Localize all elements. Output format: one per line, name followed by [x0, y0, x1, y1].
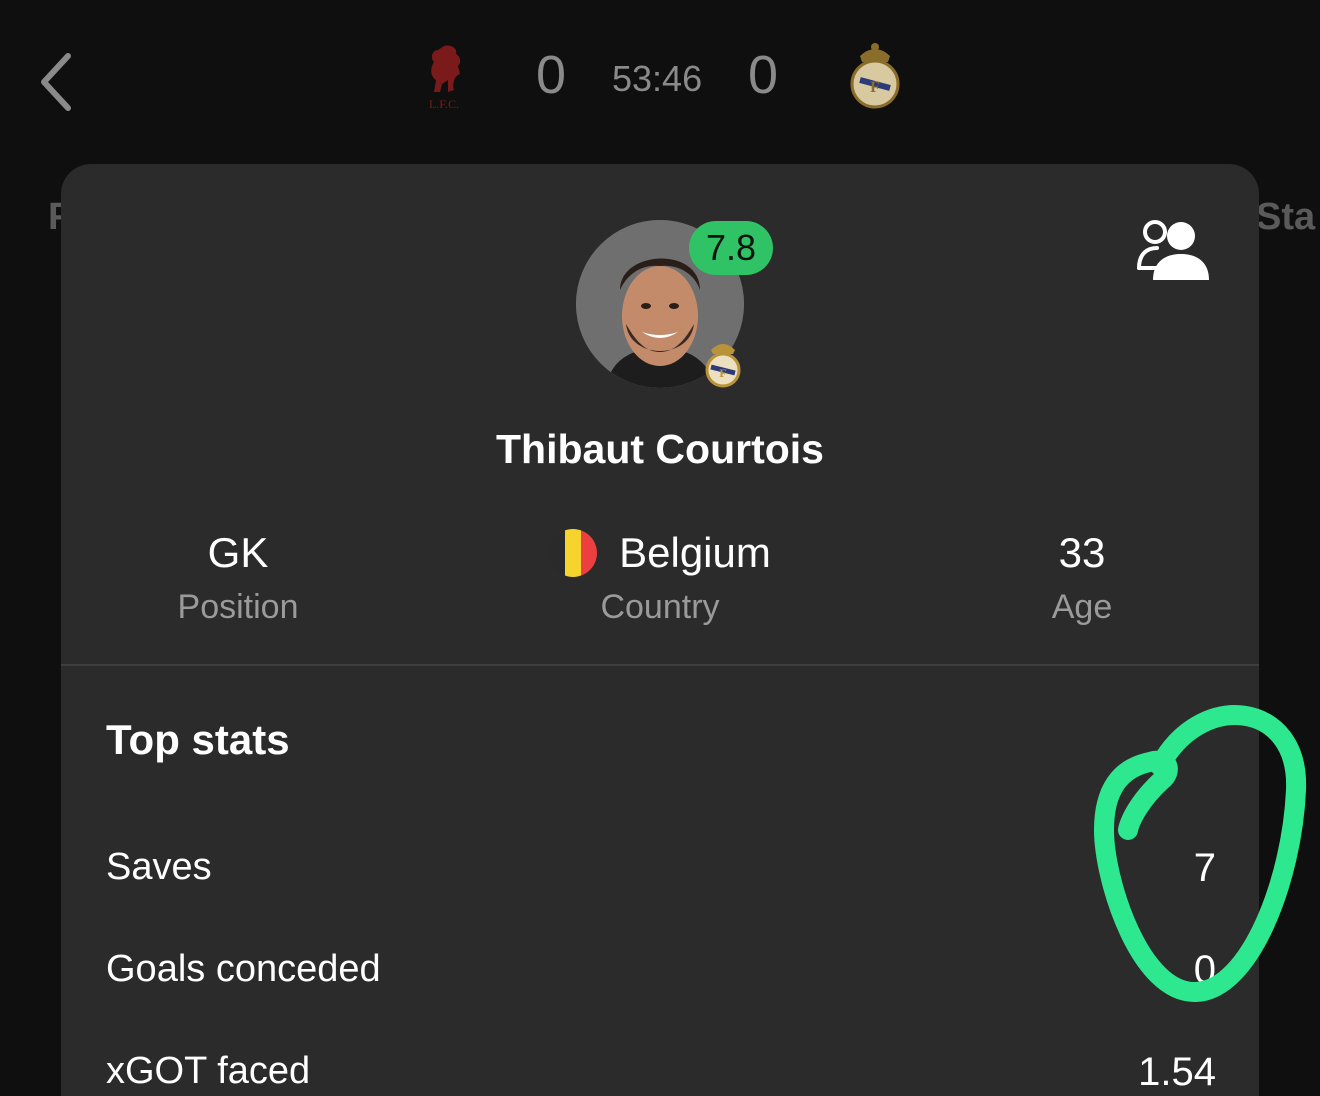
player-card: 7.8 F Thibaut Courtois GK Position Belgi… — [61, 164, 1259, 1096]
back-button[interactable] — [34, 48, 84, 116]
age-label: Age — [1051, 588, 1113, 626]
player-name: Thibaut Courtois — [496, 426, 824, 472]
player-team-crest-icon: F — [701, 338, 745, 388]
home-score: 0 — [536, 45, 567, 105]
home-team-crest-icon[interactable]: L.F.C. — [414, 40, 474, 112]
position-info: GK Position — [88, 528, 388, 627]
stat-label: Goals conceded — [106, 948, 381, 990]
stat-value: 7 — [1193, 846, 1216, 890]
stat-value: 0 — [1193, 948, 1216, 992]
stat-label: Saves — [106, 846, 212, 888]
svg-text:F: F — [870, 79, 880, 96]
match-screen: L.F.C. 0 53:46 0 F F Sta 7.8 F Thibaut C… — [0, 0, 1320, 1096]
position-value: GK — [207, 529, 269, 576]
age-value: 33 — [1058, 529, 1106, 576]
background-tab-left: F — [48, 196, 62, 238]
away-team-crest-icon[interactable]: F — [848, 40, 902, 110]
svg-text:F: F — [719, 366, 726, 380]
top-stats-title: Top stats — [106, 716, 290, 763]
stat-row-goals-conceded: Goals conceded 0 — [106, 948, 1216, 1008]
age-info: 33 Age — [932, 528, 1232, 627]
divider — [61, 664, 1259, 666]
position-label: Position — [177, 588, 299, 626]
stat-label: xGOT faced — [106, 1050, 311, 1092]
background-tab-right: Sta — [1256, 196, 1316, 238]
svg-text:L.F.C.: L.F.C. — [429, 97, 459, 111]
compare-players-icon — [1137, 220, 1209, 280]
compare-players-button[interactable] — [1135, 218, 1211, 280]
stat-row-xgot-faced: xGOT faced 1.54 — [106, 1050, 1216, 1096]
away-score: 0 — [748, 45, 779, 105]
stat-row-saves: Saves 7 — [106, 846, 1216, 906]
chevron-left-icon — [41, 53, 71, 111]
country-value: Belgium — [619, 529, 771, 576]
stat-value: 1.54 — [1138, 1050, 1216, 1094]
match-clock: 53:46 — [612, 58, 703, 99]
country-label: Country — [600, 588, 720, 626]
belgium-flag-icon — [549, 529, 598, 577]
country-info[interactable]: Belgium Country — [510, 528, 810, 627]
player-rating-badge: 7.8 — [689, 221, 773, 275]
